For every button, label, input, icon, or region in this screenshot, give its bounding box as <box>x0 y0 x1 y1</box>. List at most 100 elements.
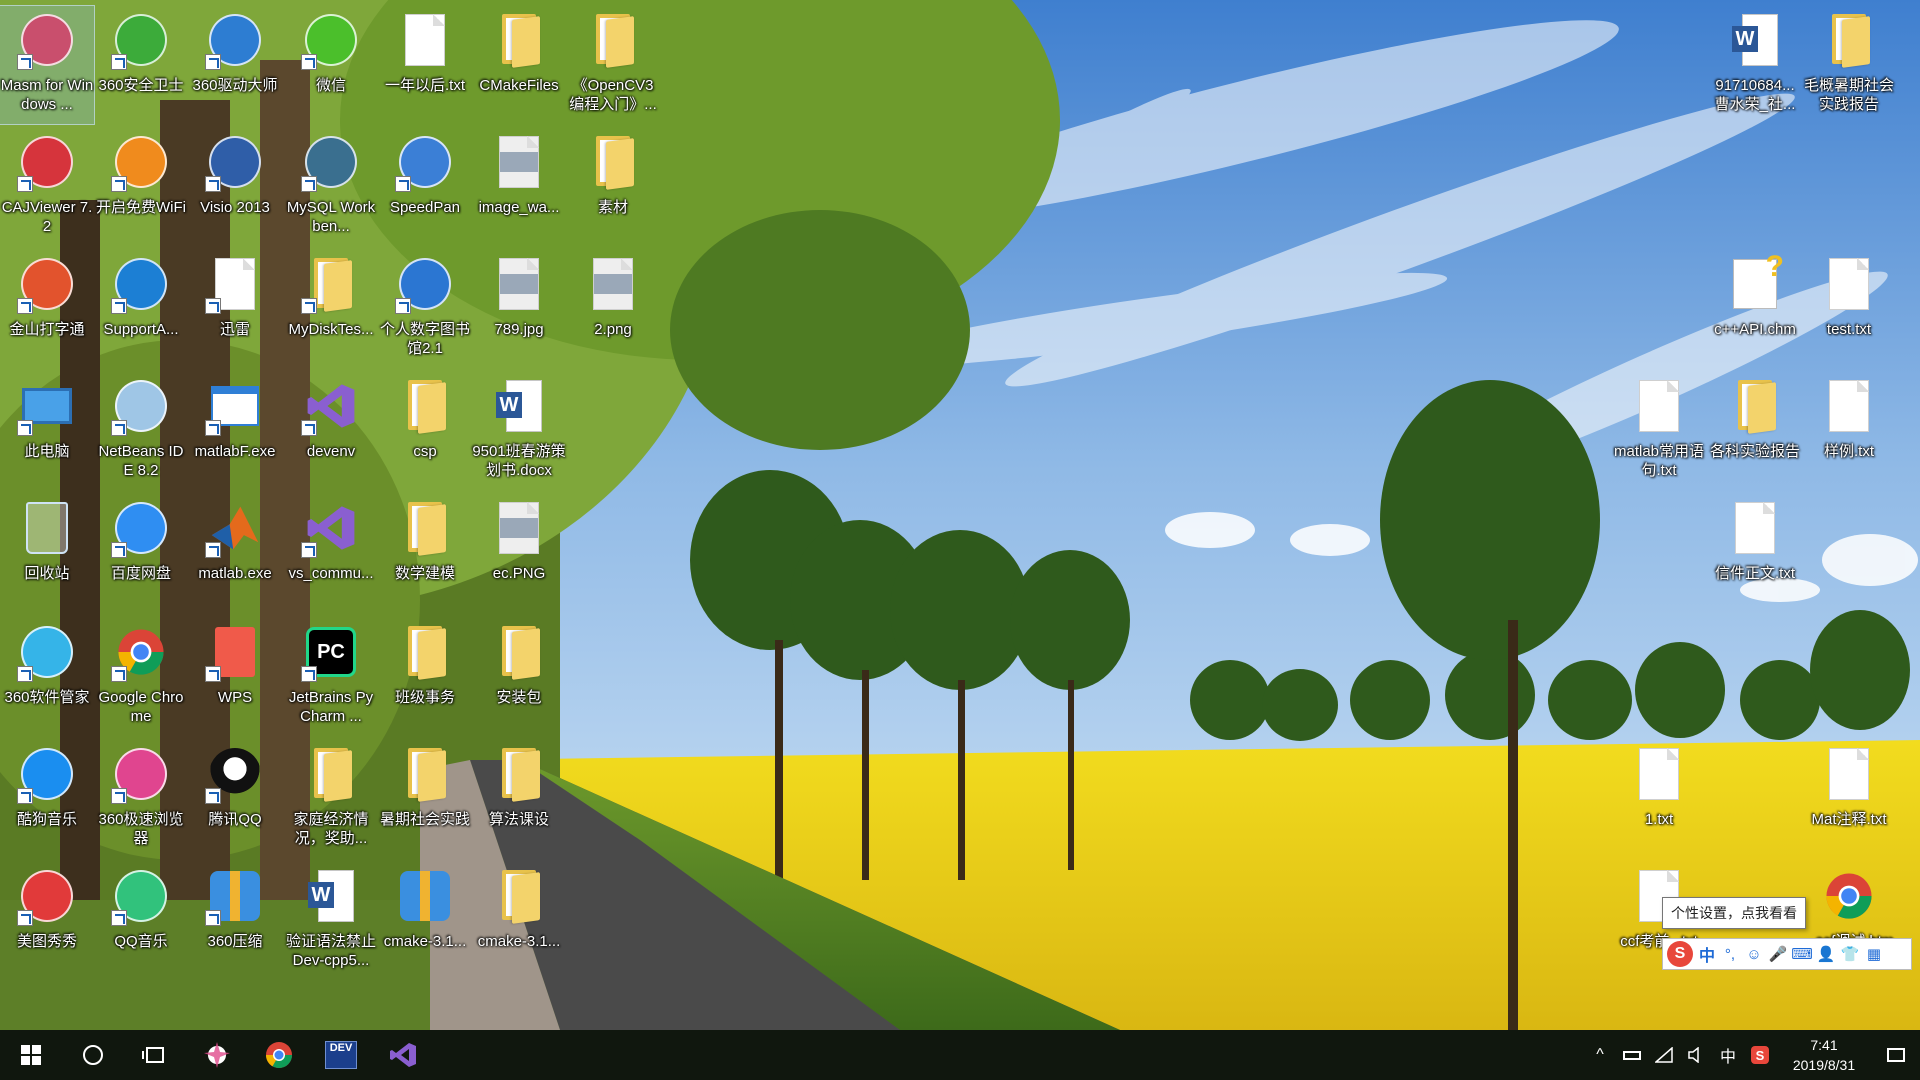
text-file-icon <box>1819 744 1879 804</box>
desktop-icon[interactable]: 暑期社会实践 <box>378 740 472 858</box>
desktop-icon[interactable]: Masm for Windows ... <box>0 5 95 125</box>
desktop-icon[interactable]: W 91710684...曹水荣_社... <box>1708 6 1802 124</box>
desktop-icon[interactable]: ? c++API.chm <box>1708 250 1802 368</box>
desktop-icon[interactable]: 迅雷 <box>188 250 282 368</box>
desktop-icon[interactable]: devenv <box>284 372 378 490</box>
ime-toolbar[interactable]: S 中 °, ☺ 🎤 ⌨ 👤 👕 ▦ <box>1662 938 1912 970</box>
desktop-icon[interactable]: CMakeFiles <box>472 6 566 124</box>
desktop-icon[interactable]: matlab常用语句.txt <box>1612 372 1706 490</box>
desktop-icon[interactable]: 百度网盘 <box>94 494 188 612</box>
sogou-tray-icon[interactable]: S <box>1744 1030 1776 1080</box>
desktop-icon[interactable]: W 验证语法禁止Dev-cpp5... <box>284 862 378 980</box>
desktop-icon[interactable]: 金山打字通 <box>0 250 94 368</box>
toolbox-grid-icon[interactable]: ▦ <box>1865 945 1883 963</box>
desktop-icon[interactable]: 1.txt <box>1612 740 1706 858</box>
desktop-icon[interactable]: 信件正文.txt <box>1708 494 1802 612</box>
desktop-icon-label: WPS <box>217 689 253 706</box>
desktop-icon[interactable]: 酷狗音乐 <box>0 740 94 858</box>
desktop-icon[interactable]: 各科实验报告 <box>1708 372 1802 490</box>
network-wifi-icon[interactable] <box>1648 1030 1680 1080</box>
user-icon[interactable]: 👤 <box>1817 945 1836 963</box>
desktop-icon[interactable]: vs_commu... <box>284 494 378 612</box>
skin-shirt-icon[interactable]: 👕 <box>1841 945 1860 963</box>
ime-mode-toggle[interactable]: 中 <box>1699 942 1715 966</box>
desktop-icon[interactable]: Google Chrome <box>94 618 188 736</box>
this-pc-icon <box>17 376 77 436</box>
desktop-icon[interactable]: 美图秀秀 <box>0 862 94 980</box>
desktop-icon[interactable]: 开启免费WiFi <box>94 128 188 246</box>
desktop-icon[interactable]: 360安全卫士 <box>94 6 188 124</box>
desktop-icon[interactable]: CAJViewer 7.2 <box>0 128 94 246</box>
desktop-icon[interactable]: cmake-3.1... <box>378 862 472 980</box>
sogou-logo-icon[interactable]: S <box>1667 941 1693 967</box>
desktop-icon[interactable]: 家庭经济情况，奖助... <box>284 740 378 858</box>
desktop-icon[interactable]: NetBeans IDE 8.2 <box>94 372 188 490</box>
meitu-icon <box>17 866 77 926</box>
desktop-icon[interactable]: 360驱动大师 <box>188 6 282 124</box>
image-file-icon <box>489 498 549 558</box>
desktop-icon[interactable]: matlabF.exe <box>188 372 282 490</box>
desktop-icon[interactable]: 789.jpg <box>472 250 566 368</box>
folder-icon <box>489 10 549 70</box>
emoji-icon[interactable]: ☺ <box>1745 945 1763 963</box>
desktop-icon[interactable]: 微信 <box>284 6 378 124</box>
start-button[interactable] <box>0 1030 62 1080</box>
desktop-icon[interactable]: 腾讯QQ <box>188 740 282 858</box>
desktop-icon[interactable]: 360极速浏览器 <box>94 740 188 858</box>
text-file-icon <box>1629 744 1689 804</box>
desktop-icon[interactable]: 360压缩 <box>188 862 282 980</box>
desktop-icon[interactable]: 班级事务 <box>378 618 472 736</box>
desktop-icon[interactable]: test.txt <box>1802 250 1896 368</box>
volume-icon[interactable] <box>1680 1030 1712 1080</box>
desktop-icon[interactable]: 2.png <box>566 250 660 368</box>
desktop-icon[interactable]: 一年以后.txt <box>378 6 472 124</box>
desktop-icon[interactable]: csp <box>378 372 472 490</box>
punctuation-toggle[interactable]: °, <box>1721 945 1739 963</box>
desktop-icon[interactable]: MyDiskTes... <box>284 250 378 368</box>
desktop-icon[interactable]: SpeedPan <box>378 128 472 246</box>
desktop-icon[interactable]: ec.PNG <box>472 494 566 612</box>
desktop-icon[interactable]: WPS <box>188 618 282 736</box>
taskbar-app-chrome[interactable] <box>248 1030 310 1080</box>
shortcut-arrow-icon <box>301 542 317 558</box>
desktop-icon[interactable]: matlab.exe <box>188 494 282 612</box>
taskbar-clock[interactable]: 7:41 2019/8/31 <box>1776 1035 1872 1075</box>
desktop-icon[interactable]: 安装包 <box>472 618 566 736</box>
desktop-icon[interactable]: 样例.txt <box>1802 372 1896 490</box>
desktop-icon[interactable]: image_wa... <box>472 128 566 246</box>
desktop-icon[interactable]: 个人数字图书馆2.1 <box>378 250 472 368</box>
battery-icon[interactable] <box>1616 1030 1648 1080</box>
taskbar-app-devcpp[interactable]: DEV <box>310 1030 372 1080</box>
desktop-icon[interactable]: 数学建模 <box>378 494 472 612</box>
taskbar-app-visual-studio[interactable] <box>372 1030 434 1080</box>
tray-expand-chevron[interactable]: ^ <box>1584 1030 1616 1080</box>
desktop-icon[interactable]: 算法课设 <box>472 740 566 858</box>
task-view-button[interactable] <box>124 1030 186 1080</box>
desktop-icon[interactable]: PC JetBrains PyCharm ... <box>284 618 378 736</box>
shortcut-arrow-icon <box>205 54 221 70</box>
desktop-icon[interactable]: SupportA... <box>94 250 188 368</box>
desktop-icon[interactable]: 《OpenCV3编程入门》... <box>566 6 660 124</box>
image-file-icon <box>489 132 549 192</box>
taskbar-app-360-browser[interactable] <box>186 1030 248 1080</box>
desktop-icon[interactable]: MySQL Workben... <box>284 128 378 246</box>
desktop-icon[interactable]: 360软件管家 <box>0 618 94 736</box>
desktop-icon[interactable]: 素材 <box>566 128 660 246</box>
cortana-search-button[interactable] <box>62 1030 124 1080</box>
desktop-icon[interactable]: 此电脑 <box>0 372 94 490</box>
desktop-icon[interactable]: Mat注释.txt <box>1802 740 1896 858</box>
action-center-button[interactable] <box>1872 1030 1920 1080</box>
keyboard-icon[interactable]: ⌨ <box>1791 945 1813 963</box>
microphone-icon[interactable]: 🎤 <box>1769 945 1788 963</box>
ime-language-indicator[interactable]: 中 <box>1712 1030 1744 1080</box>
devcpp-taskbar-icon: DEV <box>325 1041 357 1069</box>
desktop-icon[interactable]: QQ音乐 <box>94 862 188 980</box>
desktop-icon[interactable]: 毛概暑期社会实践报告 <box>1802 6 1896 124</box>
desktop-icon[interactable]: cmake-3.1... <box>472 862 566 980</box>
desktop-icon[interactable]: W 9501班春游策划书.docx <box>472 372 566 490</box>
desktop-icon[interactable]: Visio 2013 <box>188 128 282 246</box>
folder-icon <box>395 622 455 682</box>
folder-icon <box>583 132 643 192</box>
shortcut-arrow-icon <box>17 298 33 314</box>
desktop-icon[interactable]: 回收站 <box>0 494 94 612</box>
